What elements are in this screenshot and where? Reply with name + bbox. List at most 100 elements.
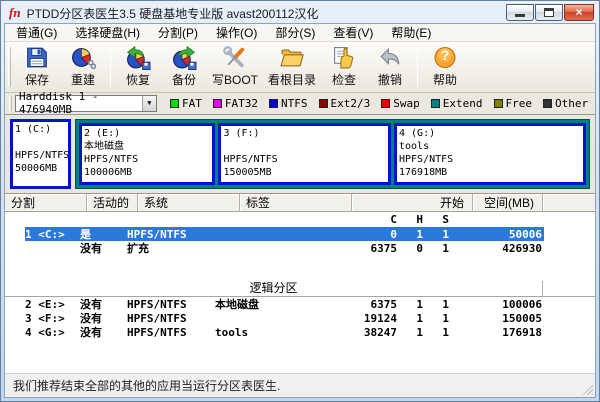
logical-section-filler (543, 281, 595, 297)
menu-bar: 普通(G) 选择硬盘(H) 分割(P) 操作(O) 部分(S) 查看(V) 帮助… (5, 24, 595, 42)
floppy-disk-icon (27, 47, 47, 68)
fs-legend: FAT FAT32 NTFS Ext2/3 Swap Extend Free O… (170, 97, 588, 110)
logical-section: 逻辑分区 (5, 281, 595, 297)
legend-item-swap: Swap (381, 97, 420, 110)
partition-block-e[interactable]: 2 (E:) 本地磁盘 HPFS/NTFS 100006MB (79, 123, 216, 185)
write-boot-button[interactable]: 写BOOT (207, 43, 263, 91)
legend-item-fat32: FAT32 (212, 97, 258, 110)
maximize-icon (544, 7, 554, 17)
table-empty-area (5, 339, 595, 373)
legend-item-ntfs: NTFS (269, 97, 308, 110)
help-button[interactable]: ? 帮助 (422, 43, 468, 91)
legend-swatch (269, 98, 278, 108)
legend-swatch (493, 98, 503, 108)
rebuild-button[interactable]: 重建 (60, 43, 106, 91)
resize-grip[interactable] (580, 382, 593, 395)
folder-icon (280, 49, 304, 67)
chs-s-label: S (442, 213, 449, 226)
disk-selector-row: Harddisk 1 - 476940MB ▼ FAT FAT32 NTFS E… (5, 90, 595, 116)
legend-swatch (430, 98, 440, 108)
partition-block-f[interactable]: 3 (F:) HPFS/NTFS 150005MB (218, 123, 391, 185)
disk-map: 1 (C:) HPFS/NTFS 50006MB 2 (E:) 本地磁盘 HPF… (5, 114, 595, 193)
partition-block-g[interactable]: 4 (G:) tools HPFS/NTFS 176918MB (394, 123, 586, 185)
toolbar: 保存 重建 恢复 备份 写BOOT 看根目录 检查 撤销 ? 帮助 (5, 42, 595, 93)
toolbar-button-label: 写BOOT (212, 73, 259, 87)
legend-item-free: Free (493, 97, 532, 110)
save-button[interactable]: 保存 (14, 43, 60, 91)
legend-item-extend: Extend (430, 97, 483, 110)
row-grip (9, 95, 12, 111)
menu-partition[interactable]: 分割(P) (149, 24, 207, 42)
undo-arrow-icon (380, 47, 400, 66)
dropdown-arrow-icon[interactable]: ▼ (141, 95, 156, 111)
close-icon: × (575, 5, 583, 19)
restore-button[interactable]: 恢复 (115, 43, 161, 91)
table-row-e[interactable]: 2 <E:> 没有 HPFS/NTFS 本地磁盘 6375 1 1 100006 (5, 297, 595, 312)
extended-partition-container: 2 (E:) 本地磁盘 HPFS/NTFS 100006MB 3 (F:) HP… (75, 119, 590, 189)
client-area: 普通(G) 选择硬盘(H) 分割(P) 操作(O) 部分(S) 查看(V) 帮助… (4, 23, 596, 398)
table-header: 分割 活动的 系统 标签 开始 空间(MB) (5, 194, 595, 212)
wrench-screwdriver-icon (223, 46, 245, 68)
col-active-header: 活动的 (87, 194, 138, 211)
toolbar-separator (110, 47, 111, 87)
pie-chart-icon (72, 48, 96, 70)
table-row-extended[interactable]: 没有 扩充 6375 0 1 426930 (5, 241, 595, 256)
legend-swatch (318, 98, 328, 108)
legend-swatch (543, 98, 552, 108)
menu-operation[interactable]: 操作(O) (207, 24, 266, 42)
status-bar: 我们推荐结束全部的其他的应用当运行分区表医生. (5, 373, 595, 397)
chs-c-label: C (390, 213, 397, 226)
pie-backup-arrow-icon (173, 45, 197, 70)
undo-button[interactable]: 撤销 (367, 43, 413, 91)
toolbar-button-label: 看根目录 (268, 73, 317, 87)
legend-swatch (212, 98, 222, 108)
menu-help[interactable]: 帮助(E) (382, 24, 440, 42)
menu-general[interactable]: 普通(G) (7, 24, 66, 42)
menu-part[interactable]: 部分(S) (266, 24, 324, 42)
col-partition-header: 分割 (5, 194, 87, 211)
toolbar-grip (8, 47, 11, 87)
legend-swatch (381, 98, 391, 108)
table-row-c[interactable]: 1 <C:> 是 HPFS/NTFS 0 1 1 50006 (5, 227, 595, 241)
toolbar-button-label: 撤销 (378, 73, 403, 87)
app-logo-icon: fn (9, 5, 21, 20)
toolbar-separator (417, 47, 419, 87)
partition-block-c[interactable]: 1 (C:) HPFS/NTFS 50006MB (10, 119, 71, 189)
table-spacer (5, 255, 595, 281)
col-space-header: 空间(MB) (473, 194, 543, 211)
col-start-header: 开始 (352, 194, 473, 211)
question-mark-icon: ? (432, 45, 458, 70)
maximize-button[interactable] (535, 3, 563, 21)
legend-item-ext23: Ext2/3 (318, 97, 370, 110)
backup-button[interactable]: 备份 (161, 43, 207, 91)
disk-selector[interactable]: Harddisk 1 - 476940MB ▼ (15, 90, 157, 116)
toolbar-button-label: 保存 (24, 73, 49, 87)
toolbar-button-label: 备份 (171, 73, 196, 87)
view-root-button[interactable]: 看根目录 (263, 43, 321, 91)
app-window: fn PTDD分区表医生3.5 硬盘基地专业版 avast200112汉化 × … (0, 0, 600, 402)
partition-table: 分割 活动的 系统 标签 开始 空间(MB) C H S 1 <C:> 是 HP… (5, 193, 595, 373)
toolbar-button-label: 检查 (332, 73, 357, 87)
table-row-f[interactable]: 3 <F:> 没有 HPFS/NTFS 19124 1 1 150005 (5, 311, 595, 326)
status-text: 我们推荐结束全部的其他的应用当运行分区表医生. (13, 379, 281, 393)
logical-section-label: 逻辑分区 (5, 281, 543, 297)
check-button[interactable]: 检查 (321, 43, 367, 91)
menu-select-disk[interactable]: 选择硬盘(H) (66, 24, 149, 42)
disk-selector-value: Harddisk 1 - 476940MB (19, 90, 99, 116)
chs-h-label: H (416, 213, 423, 226)
chs-subheader: C H S (5, 212, 595, 227)
minimize-icon (515, 14, 525, 17)
toolbar-button-label: 重建 (70, 73, 95, 87)
toolbar-button-label: 帮助 (433, 73, 458, 87)
pointing-hand-icon (334, 47, 354, 69)
col-label-header: 标签 (240, 194, 352, 211)
window-title: PTDD分区表医生3.5 硬盘基地专业版 avast200112汉化 (26, 6, 319, 21)
col-system-header: 系统 (138, 194, 240, 211)
minimize-button[interactable] (506, 3, 534, 21)
window-controls: × (505, 3, 594, 21)
table-row-g[interactable]: 4 <G:> 没有 HPFS/NTFS tools 38247 1 1 1769… (5, 325, 595, 340)
toolbar-button-label: 恢复 (125, 73, 150, 87)
close-button[interactable]: × (564, 3, 594, 21)
menu-view[interactable]: 查看(V) (324, 24, 382, 42)
legend-swatch (170, 98, 179, 108)
